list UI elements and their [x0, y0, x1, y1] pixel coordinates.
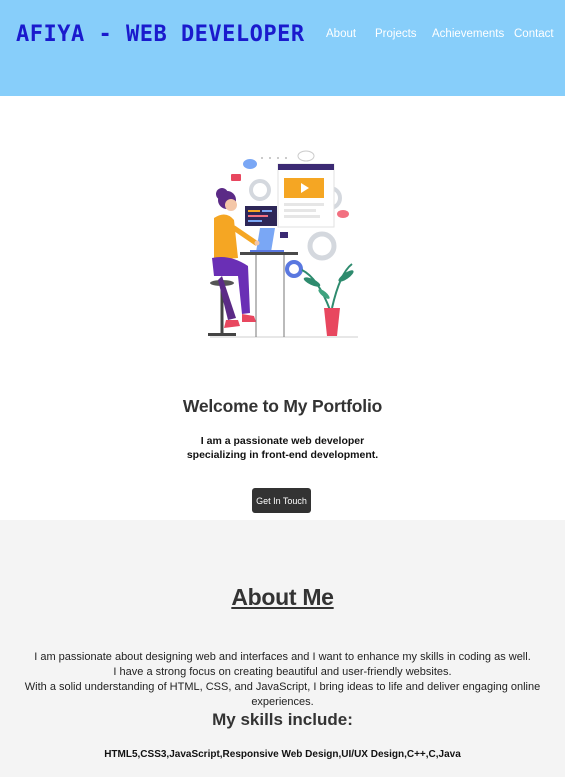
hero-section: Welcome to My Portfolio I am a passionat…	[0, 96, 565, 520]
nav-about-link[interactable]: About	[326, 28, 356, 40]
about-title: About Me	[231, 584, 334, 610]
about-section: About Me I am passionate about designing…	[0, 520, 565, 777]
get-in-touch-button[interactable]: Get In Touch	[252, 488, 311, 513]
hero-tagline: I am a passionate web developer speciali…	[0, 435, 565, 462]
main-nav: About Projects Achievements Contact	[0, 28, 565, 42]
tagline-line-1: I am a passionate web developer	[200, 435, 365, 447]
about-line-2: I have a strong focus on creating beauti…	[113, 666, 452, 678]
site-header: AFIYA - WEB DEVELOPER About Projects Ach…	[0, 0, 565, 96]
nav-contact-link[interactable]: Contact	[514, 28, 554, 40]
hero-title: Welcome to My Portfolio	[182, 396, 383, 416]
tagline-line-2: specializing in front-end development.	[186, 448, 379, 461]
skills-title: My skills include:	[212, 710, 353, 729]
skills-list: HTML5,CSS3,JavaScript,Responsive Web Des…	[104, 749, 461, 760]
about-line-3: With a solid understanding of HTML, CSS,…	[24, 681, 541, 708]
nav-projects-link[interactable]: Projects	[375, 28, 417, 40]
about-description: I am passionate about designing web and …	[0, 650, 565, 710]
about-line-1: I am passionate about designing web and …	[34, 651, 531, 663]
nav-achievements-link[interactable]: Achievements	[432, 28, 504, 40]
developer-illustration	[208, 150, 358, 338]
